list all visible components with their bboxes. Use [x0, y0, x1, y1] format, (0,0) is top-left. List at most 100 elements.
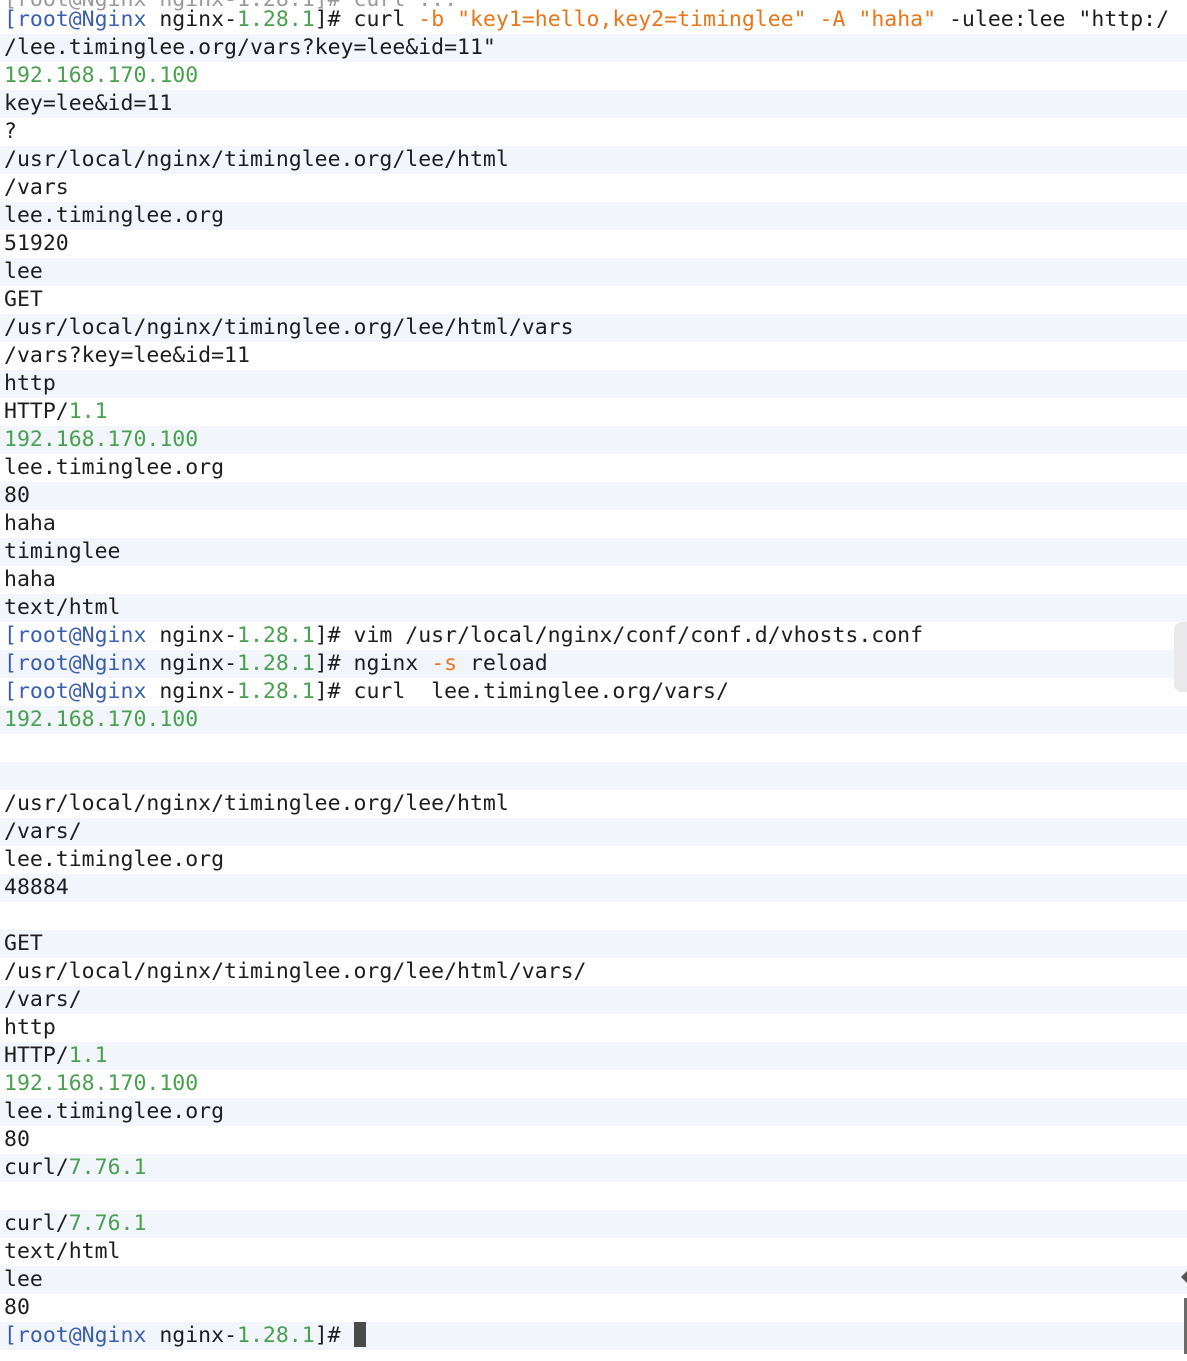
chevron-left-icon[interactable]	[1181, 1271, 1187, 1283]
terminal-text: HTTP/	[4, 399, 69, 424]
terminal-text: text/html	[4, 1239, 121, 1264]
terminal-line: HTTP/1.1	[0, 398, 1187, 426]
terminal-line: GET	[0, 286, 1187, 314]
terminal-line: HTTP/1.1	[0, 1042, 1187, 1070]
clipped-previous-line: [root@Nginx nginx-1.28.1]# curl ...	[4, 0, 457, 12]
terminal-text: "key1=hello,key2=timinglee"	[457, 7, 820, 32]
terminal-text: GET	[4, 287, 43, 312]
terminal-text: [	[4, 1323, 17, 1348]
terminal-line: ?	[0, 118, 1187, 146]
terminal-text: text/html	[4, 595, 121, 620]
terminal-text: nginx-	[146, 7, 238, 32]
terminal-line: curl/7.76.1	[0, 1210, 1187, 1238]
terminal-line: lee.timinglee.org	[0, 454, 1187, 482]
terminal-text: /vars	[4, 175, 69, 200]
terminal-line: text/html	[0, 594, 1187, 622]
terminal-text: curl/	[4, 1155, 69, 1180]
terminal-text: lee	[4, 1267, 43, 1292]
terminal-line: haha	[0, 510, 1187, 538]
terminal-line: lee	[0, 258, 1187, 286]
terminal-text: 48884	[4, 875, 69, 900]
scrollbar-tab[interactable]	[1174, 622, 1187, 1283]
terminal-text: -b	[418, 7, 458, 32]
terminal-text: nginx-	[146, 679, 238, 704]
terminal-text: /usr/local/nginx/timinglee.org/lee/html	[4, 791, 509, 816]
terminal-line: /vars	[0, 174, 1187, 202]
terminal-text: haha	[4, 511, 56, 536]
terminal-line: 51920	[0, 230, 1187, 258]
terminal-line: text/html	[0, 1238, 1187, 1266]
terminal-text: "haha"	[858, 7, 949, 32]
terminal-text: curl/	[4, 1211, 69, 1236]
terminal-line: 192.168.170.100	[0, 1070, 1187, 1098]
terminal-line: 80	[0, 482, 1187, 510]
terminal-text: lee.timinglee.org	[4, 455, 225, 480]
terminal-text: [	[4, 623, 17, 648]
terminal-text: [	[4, 679, 17, 704]
terminal-text: /usr/local/nginx/timinglee.org/lee/html/…	[4, 315, 574, 340]
terminal-line: 192.168.170.100	[0, 706, 1187, 734]
terminal-text: 1.28.1	[237, 679, 315, 704]
terminal-text: ]# vim /usr/local/nginx/conf/conf.d/vhos…	[314, 623, 924, 648]
terminal-text: 192.168.170.100	[4, 63, 199, 88]
terminal-text: /lee.timinglee.org/vars?key=lee&id=11"	[4, 35, 496, 60]
terminal-line: [root@Nginx nginx-1.28.1]# curl lee.timi…	[0, 678, 1187, 706]
terminal-text: nginx-	[146, 651, 238, 676]
terminal-text: lee.timinglee.org	[4, 847, 225, 872]
terminal-text: ?	[4, 119, 17, 144]
terminal-text: /usr/local/nginx/timinglee.org/lee/html/…	[4, 959, 587, 984]
terminal-text: key=lee&id=11	[4, 91, 173, 116]
text-cursor	[353, 1322, 366, 1347]
terminal-text: 1.28.1	[237, 1323, 315, 1348]
terminal-text: GET	[4, 931, 43, 956]
terminal-line: [root@Nginx nginx-1.28.1]# vim /usr/loca…	[0, 622, 1187, 650]
terminal-line: curl/7.76.1	[0, 1154, 1187, 1182]
terminal-line: /usr/local/nginx/timinglee.org/lee/html	[0, 146, 1187, 174]
terminal-text: 80	[4, 1295, 30, 1320]
terminal-line: /lee.timinglee.org/vars?key=lee&id=11"	[0, 34, 1187, 62]
terminal-text: http	[4, 371, 56, 396]
terminal-line: /vars/	[0, 818, 1187, 846]
terminal-text: /usr/local/nginx/timinglee.org/lee/html	[4, 147, 509, 172]
terminal-text: 51920	[4, 231, 69, 256]
terminal-line	[0, 762, 1187, 790]
terminal-text: root@Nginx	[16, 623, 147, 648]
terminal-line: [root@Nginx nginx-1.28.1]# curl -b "key1…	[0, 6, 1187, 34]
terminal-text: ]# nginx	[314, 651, 432, 676]
terminal-text: 192.168.170.100	[4, 427, 199, 452]
terminal-text: lee.timinglee.org	[4, 1099, 225, 1124]
terminal-text: [	[4, 651, 17, 676]
terminal-line: http	[0, 370, 1187, 398]
terminal-text: nginx-	[146, 623, 238, 648]
terminal-text: lee	[4, 259, 43, 284]
terminal-text: root@Nginx	[16, 7, 147, 32]
terminal-text: 1.28.1	[237, 651, 315, 676]
terminal-line: timinglee	[0, 538, 1187, 566]
terminal-line: /vars?key=lee&id=11	[0, 342, 1187, 370]
terminal-line: 48884	[0, 874, 1187, 902]
terminal-text: lee.timinglee.org	[4, 203, 225, 228]
terminal-text: 80	[4, 483, 30, 508]
terminal-text: ]# curl	[314, 7, 419, 32]
terminal-line: haha	[0, 566, 1187, 594]
terminal-output: [root@Nginx nginx-1.28.1]# curl -b "key1…	[0, 6, 1187, 1350]
terminal-text: -A	[819, 7, 859, 32]
terminal-line: [root@Nginx nginx-1.28.1]# nginx -s relo…	[0, 650, 1187, 678]
terminal-text: 7.76.1	[68, 1211, 147, 1236]
terminal-line: /usr/local/nginx/timinglee.org/lee/html	[0, 790, 1187, 818]
terminal-text: 1.28.1	[237, 7, 315, 32]
terminal-line: /vars/	[0, 986, 1187, 1014]
terminal-line: lee.timinglee.org	[0, 202, 1187, 230]
terminal-line: 80	[0, 1294, 1187, 1322]
terminal-text: haha	[4, 567, 56, 592]
terminal-text: root@Nginx	[16, 679, 147, 704]
terminal-line: 192.168.170.100	[0, 62, 1187, 90]
terminal-window[interactable]: [root@Nginx nginx-1.28.1]# curl ... [roo…	[0, 0, 1187, 1361]
terminal-text: -ulee:lee "http:/	[948, 7, 1170, 32]
terminal-line: lee	[0, 1266, 1187, 1294]
terminal-text: HTTP/	[4, 1043, 69, 1068]
terminal-text: reload	[470, 651, 548, 676]
